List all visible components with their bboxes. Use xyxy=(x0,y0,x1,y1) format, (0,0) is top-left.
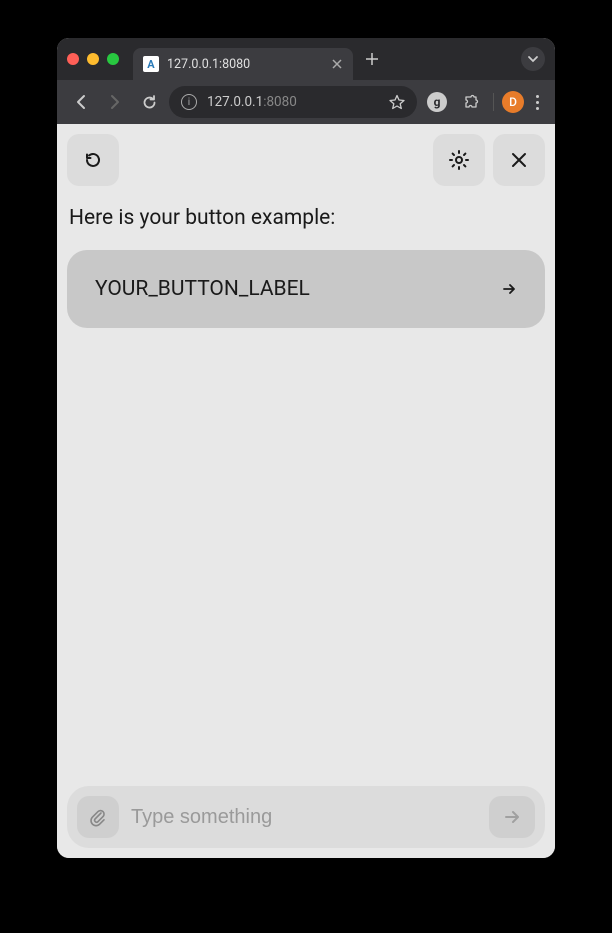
address-bar: i 127.0.0.1:8080 g D xyxy=(57,80,555,124)
window-minimize-icon[interactable] xyxy=(87,53,99,65)
window-controls xyxy=(67,53,119,65)
arrow-right-icon xyxy=(501,281,517,297)
new-tab-button[interactable] xyxy=(365,52,379,66)
input-bar xyxy=(67,786,545,848)
example-button[interactable]: YOUR_BUTTON_LABEL xyxy=(67,250,545,328)
profile-avatar[interactable]: D xyxy=(502,91,524,113)
page-heading: Here is your button example: xyxy=(67,206,545,230)
settings-button[interactable] xyxy=(433,134,485,186)
tabs-dropdown-button[interactable] xyxy=(521,47,545,71)
browser-menu-button[interactable] xyxy=(530,95,545,110)
top-actions xyxy=(67,134,545,186)
close-button[interactable] xyxy=(493,134,545,186)
window-close-icon[interactable] xyxy=(67,53,79,65)
window-maximize-icon[interactable] xyxy=(107,53,119,65)
refresh-button[interactable] xyxy=(67,134,119,186)
extensions-puzzle-icon[interactable] xyxy=(457,88,485,116)
nav-forward-button[interactable] xyxy=(101,88,129,116)
attach-button[interactable] xyxy=(77,796,119,838)
message-input[interactable] xyxy=(131,806,477,829)
toolbar-divider xyxy=(493,93,494,111)
extension-g-icon[interactable]: g xyxy=(423,88,451,116)
tab-title: 127.0.0.1:8080 xyxy=(167,57,323,72)
url-text: 127.0.0.1:8080 xyxy=(207,94,379,110)
tab-bar: A 127.0.0.1:8080 xyxy=(57,38,555,80)
site-info-icon[interactable]: i xyxy=(181,94,197,110)
page-content: Here is your button example: YOUR_BUTTON… xyxy=(57,124,555,858)
browser-window: A 127.0.0.1:8080 i 127.0.0.1:8080 xyxy=(57,38,555,858)
tab-close-icon[interactable] xyxy=(331,58,343,70)
bookmark-star-icon[interactable] xyxy=(389,94,405,110)
reload-button[interactable] xyxy=(135,88,163,116)
example-button-label: YOUR_BUTTON_LABEL xyxy=(95,277,310,301)
favicon-icon: A xyxy=(143,56,159,72)
nav-back-button[interactable] xyxy=(67,88,95,116)
browser-tab[interactable]: A 127.0.0.1:8080 xyxy=(133,48,353,80)
url-box[interactable]: i 127.0.0.1:8080 xyxy=(169,86,417,118)
send-button[interactable] xyxy=(489,796,535,838)
